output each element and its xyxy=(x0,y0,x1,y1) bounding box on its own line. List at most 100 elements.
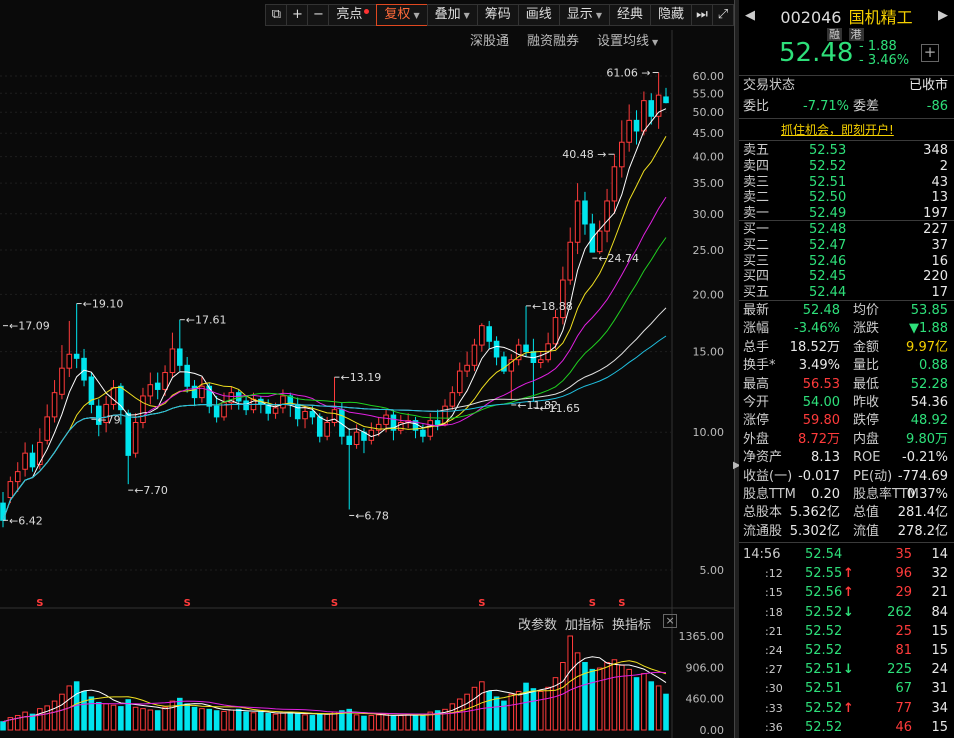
stat-value: 3.49% xyxy=(798,358,840,374)
price-axis-label: 50.00 xyxy=(693,106,725,119)
volume-bar xyxy=(626,668,632,731)
zoom-in-button[interactable]: + xyxy=(286,4,309,26)
draw-line-button[interactable]: 画线 xyxy=(517,4,560,26)
volume-bar xyxy=(324,713,330,731)
candle-up xyxy=(479,325,485,346)
stat-label: 总手 xyxy=(743,339,770,355)
volume-bar xyxy=(118,706,124,731)
candle-up xyxy=(110,387,117,405)
candle-down xyxy=(493,340,500,358)
tick-row[interactable]: :33 52.52 ↑ 77 34 xyxy=(743,700,950,718)
tick-time: :18 xyxy=(765,605,783,619)
candle-down xyxy=(81,357,87,381)
candle-down xyxy=(213,405,220,418)
stat-value: 56.53 xyxy=(802,376,840,392)
candle-down xyxy=(125,412,132,456)
candle-up xyxy=(604,200,610,232)
volume-bar xyxy=(508,693,515,731)
price-annotation: ←6.42 xyxy=(9,514,43,527)
stat-value: 9.80万 xyxy=(906,431,948,447)
candle-up xyxy=(66,353,73,369)
stat-label: 最高 xyxy=(743,376,770,392)
stats-row: 流通股 5.302亿 流值 278.2亿 xyxy=(743,523,950,541)
zoom-out-button[interactable]: − xyxy=(307,4,330,26)
indicator-bar: 改参数 加指标 换指标 × xyxy=(518,614,678,633)
stat-label: 总股本 xyxy=(743,505,783,521)
volume-bar xyxy=(302,714,308,731)
tick-volume: 25 xyxy=(895,623,912,639)
tick-time: 14:56 xyxy=(743,547,781,562)
overlay-dropdown[interactable]: 叠加 ▼ xyxy=(426,4,478,26)
tick-row[interactable]: :24 52.52 81 15 xyxy=(743,642,950,660)
highlight-label: 亮点 xyxy=(336,7,363,22)
candle-down xyxy=(73,353,80,359)
volume-bar xyxy=(59,693,65,731)
candle-up xyxy=(567,241,574,281)
expand-icon[interactable]: ⧉ xyxy=(265,4,288,26)
tick-row[interactable]: :30 52.51 67 31 xyxy=(743,680,950,698)
bid-row: 买三 52.46 16 xyxy=(743,254,950,270)
tick-row[interactable]: :15 52.56 ↑ 29 21 xyxy=(743,584,950,602)
open-account-promo[interactable]: 抓住机会，即刻开户! xyxy=(781,121,894,138)
volume-axis-label: 906.00 xyxy=(686,662,725,675)
quote-panel: ◀ ▶ 002046 国机精工 融 港 52.48 - 1.88 - 3.46%… xyxy=(739,0,954,738)
tick-row[interactable]: :12 52.55 ↑ 96 32 xyxy=(743,565,950,583)
classic-button[interactable]: 经典 xyxy=(608,4,651,26)
volume-bar xyxy=(390,715,397,731)
ask-level-label: 卖三 xyxy=(743,174,770,190)
arrow-down-icon: ↓ xyxy=(843,662,854,678)
candle-up xyxy=(464,364,470,372)
volume-bar xyxy=(471,686,478,731)
kline-chart-area[interactable]: 60.00 55.00 50.00 45.00 40.00 35.00 30.00 25.00… xyxy=(0,0,734,738)
tick-volume: 96 xyxy=(895,566,912,582)
volume-bar xyxy=(199,708,205,731)
ask-price: 52.51 xyxy=(809,174,847,190)
candle-up xyxy=(14,471,21,483)
candle-up xyxy=(427,420,434,437)
last-price: 52.48 xyxy=(779,38,854,68)
add-indicator-button[interactable]: 加指标 xyxy=(565,614,604,633)
close-indicator-icon[interactable]: × xyxy=(663,614,678,628)
volume-bar xyxy=(154,710,161,731)
bid-price: 52.45 xyxy=(809,269,847,285)
price-annotation: 61.06 → xyxy=(606,67,650,80)
volume-bar xyxy=(95,701,102,731)
add-watchlist-button[interactable]: + xyxy=(921,44,939,62)
stat-value: 18.52万 xyxy=(789,339,840,355)
tick-row[interactable]: :27 52.51 ↓ 225 24 xyxy=(743,661,950,679)
tick-time: :33 xyxy=(765,701,783,715)
set-ma-dropdown[interactable]: 设置均线 ▼ xyxy=(597,30,658,49)
ask-volume: 13 xyxy=(931,190,948,206)
volume-bar xyxy=(589,668,596,731)
chips-button[interactable]: 筹码 xyxy=(476,4,519,26)
switch-indicator-button[interactable]: 换指标 xyxy=(612,614,651,633)
change-param-button[interactable]: 改参数 xyxy=(518,614,557,633)
volume-bar xyxy=(272,713,279,731)
highlight-button[interactable]: 亮点 xyxy=(328,4,378,26)
tick-row[interactable]: :36 52.52 46 15 xyxy=(743,719,950,737)
tick-row[interactable]: 14:56 52.54 35 14 xyxy=(743,546,950,564)
margin-marker: S xyxy=(478,598,485,609)
margin-trading-link[interactable]: 融资融券 xyxy=(527,30,579,49)
volume-bar xyxy=(353,714,360,731)
volume-bar xyxy=(501,700,507,731)
bid-level-label: 买二 xyxy=(743,237,770,253)
tick-row[interactable]: :18 52.52 ↓ 262 84 xyxy=(743,604,950,622)
stat-value: 5.302亿 xyxy=(789,523,840,539)
restore-rights-dropdown[interactable]: 复权 ▼ xyxy=(376,4,428,26)
volume-axis-label: 0.00 xyxy=(700,724,725,737)
candle-down xyxy=(294,403,301,420)
bid-volume: 16 xyxy=(931,253,948,269)
candle-down xyxy=(523,344,529,353)
sz-connect-link[interactable]: 深股通 xyxy=(470,30,509,49)
hide-button[interactable]: 隐藏 xyxy=(649,4,692,26)
tick-price: 52.52 xyxy=(805,643,843,658)
stat-value: 0.20 xyxy=(811,487,840,502)
display-dropdown[interactable]: 显示 ▼ xyxy=(558,4,610,26)
price-annotation: ←24.74 xyxy=(598,252,639,265)
candle-up xyxy=(7,481,14,499)
fullscreen-icon[interactable]: ⤢ xyxy=(712,4,734,26)
skip-forward-icon[interactable]: ⏭ xyxy=(691,4,713,26)
tick-row[interactable]: :21 52.52 25 15 xyxy=(743,623,950,641)
stat-label: 换手* xyxy=(743,358,776,374)
